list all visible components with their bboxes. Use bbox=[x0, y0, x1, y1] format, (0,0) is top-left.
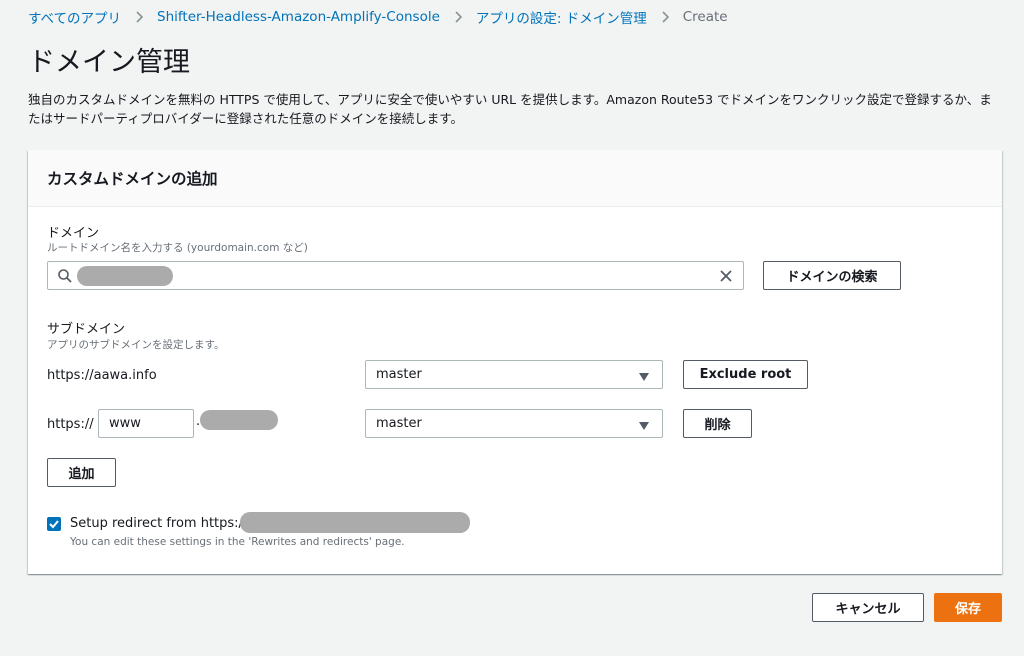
caret-down-icon bbox=[638, 420, 650, 430]
page-description: 独自のカスタムドメインを無料の HTTPS で使用して、アプリに安全で使いやすい… bbox=[28, 92, 992, 126]
breadcrumb-all-apps[interactable]: すべてのアプリ bbox=[28, 7, 121, 27]
branch-select[interactable]: master bbox=[365, 360, 663, 389]
branch-select[interactable]: master bbox=[365, 409, 663, 438]
cancel-button[interactable]: キャンセル bbox=[812, 593, 924, 622]
search-domain-button[interactable]: ドメインの検索 bbox=[763, 261, 901, 290]
exclude-root-button[interactable]: Exclude root bbox=[683, 360, 808, 389]
branch-select-value: master bbox=[376, 416, 422, 431]
breadcrumb-app[interactable]: Shifter-Headless-Amazon-Amplify-Console bbox=[157, 9, 440, 25]
caret-down-icon bbox=[638, 371, 650, 381]
breadcrumb-current: Create bbox=[682, 9, 728, 25]
delete-subdomain-button[interactable]: 削除 bbox=[683, 409, 752, 438]
branch-select-value: master bbox=[376, 367, 422, 382]
subdomain-input[interactable]: www bbox=[98, 409, 194, 438]
add-subdomain-button[interactable]: 追加 bbox=[47, 458, 116, 487]
chevron-right-icon bbox=[450, 9, 466, 25]
chevron-right-icon bbox=[131, 9, 147, 25]
domain-hint: ルートドメイン名を入力する (yourdomain.com など) bbox=[47, 242, 308, 254]
root-domain-url: https://aawa.info bbox=[47, 368, 157, 383]
close-icon[interactable] bbox=[718, 268, 734, 284]
redacted-domain-value bbox=[77, 266, 173, 286]
breadcrumb-app-settings[interactable]: アプリの設定: ドメイン管理 bbox=[476, 7, 647, 27]
domain-label: ドメイン bbox=[47, 226, 100, 241]
page-title: ドメイン管理 bbox=[28, 47, 190, 78]
redirect-hint: You can edit these settings in the 'Rewr… bbox=[70, 536, 405, 548]
panel-title: カスタムドメインの追加 bbox=[47, 170, 218, 188]
save-button[interactable]: 保存 bbox=[934, 593, 1002, 622]
custom-domain-panel: カスタムドメインの追加 ドメイン ルートドメイン名を入力する (yourdoma… bbox=[28, 150, 1002, 574]
subdomain-label: サブドメイン bbox=[47, 322, 126, 337]
panel-header: カスタムドメインの追加 bbox=[28, 150, 1002, 207]
breadcrumb: すべてのアプリ Shifter-Headless-Amazon-Amplify-… bbox=[28, 7, 728, 27]
chevron-right-icon bbox=[657, 9, 673, 25]
search-icon bbox=[57, 268, 73, 284]
redirect-label: Setup redirect from https:// bbox=[70, 516, 248, 531]
subdomain-prefix: https:// bbox=[47, 417, 94, 432]
domain-search-input[interactable] bbox=[47, 261, 744, 290]
subdomain-hint: アプリのサブドメインを設定します。 bbox=[47, 339, 225, 351]
redirect-checkbox[interactable] bbox=[47, 517, 61, 531]
redacted-redirect-domain bbox=[240, 512, 470, 533]
redacted-root-domain bbox=[200, 410, 278, 430]
